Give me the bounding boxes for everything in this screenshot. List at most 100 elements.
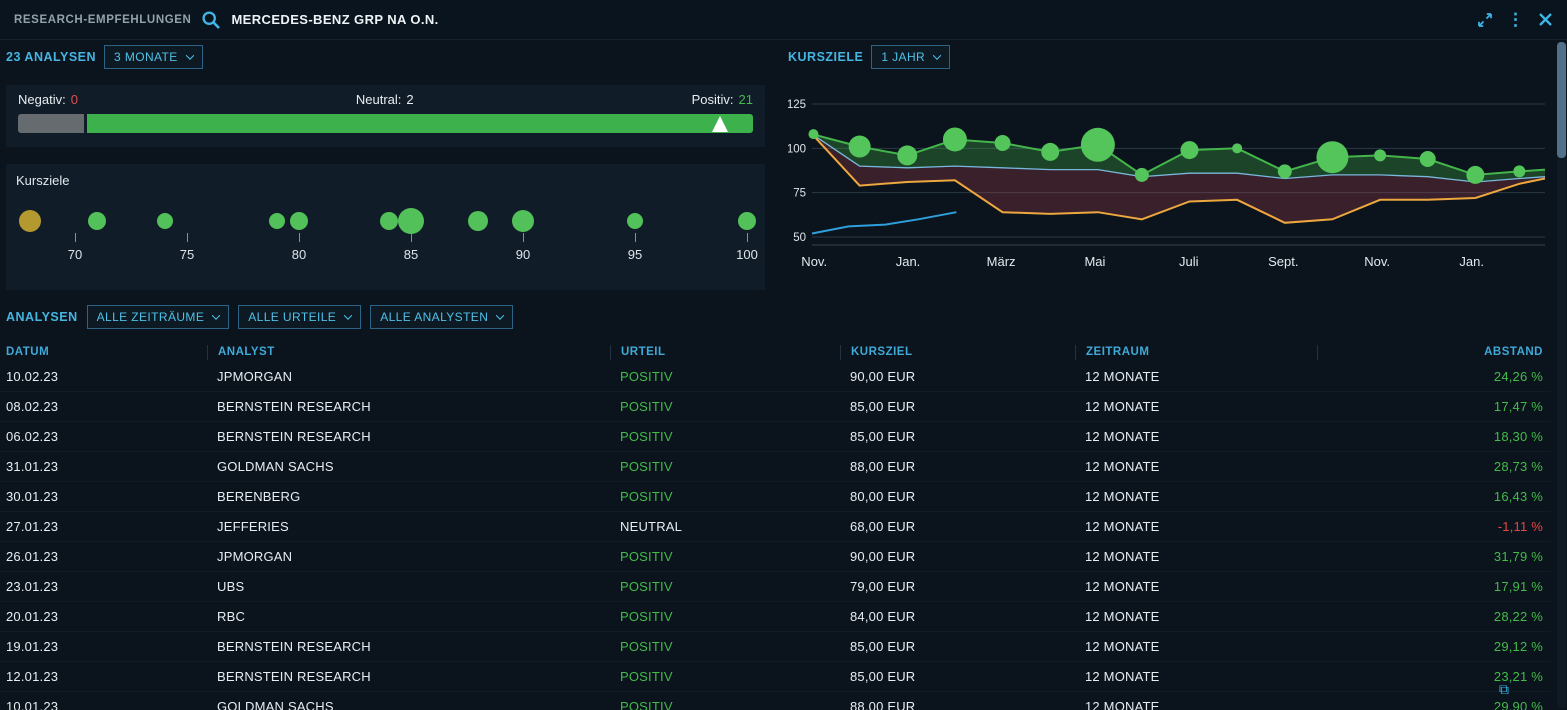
- positive-value: 21: [739, 92, 753, 107]
- cell-kursziel: 79,00 EUR: [840, 579, 1075, 594]
- axis-tick: [747, 233, 748, 242]
- cell-abstand: 23,21 %: [1317, 669, 1551, 684]
- cell-urteil: POSITIV: [610, 429, 840, 444]
- cell-datum: 23.01.23: [0, 579, 207, 594]
- chevron-down-icon: [496, 311, 504, 319]
- axis-tick-label: 90: [516, 247, 530, 262]
- table-row[interactable]: 12.01.23BERNSTEIN RESEARCHPOSITIV85,00 E…: [0, 662, 1551, 692]
- cell-kursziel: 90,00 EUR: [840, 369, 1075, 384]
- analyst-filter-value: ALLE ANALYSTEN: [380, 310, 488, 324]
- table-row[interactable]: 20.01.23RBCPOSITIV84,00 EUR12 MONATE28,2…: [0, 602, 1551, 632]
- cell-kursziel: 88,00 EUR: [840, 459, 1075, 474]
- close-icon[interactable]: [1538, 12, 1553, 27]
- cell-analyst: GOLDMAN SACHS: [207, 459, 610, 474]
- cell-zeitraum: 12 MONATE: [1075, 369, 1317, 384]
- col-header-analyst[interactable]: ANALYST: [207, 345, 610, 360]
- kursziel-dot: [468, 211, 488, 231]
- cell-zeitraum: 12 MONATE: [1075, 459, 1317, 474]
- expand-icon[interactable]: [1477, 12, 1493, 28]
- neutral-value: 2: [406, 92, 413, 107]
- cell-kursziel: 85,00 EUR: [840, 399, 1075, 414]
- table-row[interactable]: 10.02.23JPMORGANPOSITIV90,00 EUR12 MONAT…: [0, 362, 1551, 392]
- kurs-line: [812, 212, 956, 233]
- sentiment-panel: Negativ: 0 Neutral: 2 Positiv: 21: [6, 85, 765, 147]
- table-row[interactable]: 08.02.23BERNSTEIN RESEARCHPOSITIV85,00 E…: [0, 392, 1551, 422]
- cell-analyst: BERNSTEIN RESEARCH: [207, 429, 610, 444]
- cell-zeitraum: 12 MONATE: [1075, 639, 1317, 654]
- kursziel-dot: [398, 208, 424, 234]
- link-window-icon[interactable]: ⧉: [1499, 681, 1509, 698]
- kursziele-chart-x-axis: Nov.Jan.MärzMaiJuliSept.Nov.Jan.: [788, 254, 1547, 272]
- cell-urteil: POSITIV: [610, 489, 840, 504]
- cell-kursziel: 84,00 EUR: [840, 609, 1075, 624]
- kursziel-bubble: [1135, 168, 1149, 182]
- search-icon[interactable]: [201, 10, 221, 30]
- cell-analyst: RBC: [207, 609, 610, 624]
- cell-datum: 06.02.23: [0, 429, 207, 444]
- table-header: DATUM ANALYST URTEIL KURSZIEL ZEITRAUM A…: [0, 343, 1551, 362]
- urteil-filter-select[interactable]: ALLE URTEILE: [238, 305, 361, 329]
- neutral-count: Neutral: 2: [356, 92, 414, 107]
- cell-abstand: 18,30 %: [1317, 429, 1551, 444]
- cell-datum: 08.02.23: [0, 399, 207, 414]
- axis-tick-label: 75: [180, 247, 194, 262]
- kebab-menu-icon[interactable]: ⋮: [1503, 11, 1528, 28]
- sentiment-bar-marker: [712, 116, 728, 132]
- x-axis-label: Nov.: [801, 254, 827, 269]
- table-row[interactable]: 27.01.23JEFFERIESNEUTRAL68,00 EUR12 MONA…: [0, 512, 1551, 542]
- positive-label: Positiv:: [692, 92, 734, 107]
- kursziel-dot: [290, 212, 308, 230]
- table-row[interactable]: 26.01.23JPMORGANPOSITIV90,00 EUR12 MONAT…: [0, 542, 1551, 572]
- kursziele-chart[interactable]: 1251007550: [788, 96, 1547, 256]
- kursziele-dotplot[interactable]: 707580859095100: [6, 164, 765, 290]
- analyses-period-select[interactable]: 3 MONATE: [104, 45, 203, 69]
- kursziel-bubble: [1232, 143, 1242, 153]
- cell-abstand: 24,26 %: [1317, 369, 1551, 384]
- cell-analyst: JPMORGAN: [207, 549, 610, 564]
- cell-urteil: POSITIV: [610, 399, 840, 414]
- target-chart-period-select[interactable]: 1 JAHR: [871, 45, 950, 69]
- cell-analyst: JPMORGAN: [207, 369, 610, 384]
- zeitraum-filter-select[interactable]: ALLE ZEITRÄUME: [87, 305, 230, 329]
- sentiment-labels: Negativ: 0 Neutral: 2 Positiv: 21: [18, 92, 753, 107]
- cell-datum: 30.01.23: [0, 489, 207, 504]
- axis-tick-label: 95: [628, 247, 642, 262]
- col-header-kursziel[interactable]: KURSZIEL: [840, 345, 1075, 360]
- cell-kursziel: 68,00 EUR: [840, 519, 1075, 534]
- col-header-urteil[interactable]: URTEIL: [610, 345, 840, 360]
- table-row[interactable]: 10.01.23GOLDMAN SACHSPOSITIV88,00 EUR12 …: [0, 692, 1551, 710]
- scrollbar-thumb[interactable]: [1557, 42, 1566, 158]
- axis-tick: [187, 233, 188, 242]
- kursziel-bubble: [1316, 141, 1348, 173]
- instrument-title: MERCEDES-BENZ GRP NA O.N.: [231, 12, 438, 27]
- kursziel-bubble: [897, 145, 917, 165]
- cell-kursziel: 85,00 EUR: [840, 669, 1075, 684]
- analyst-filter-select[interactable]: ALLE ANALYSTEN: [370, 305, 513, 329]
- cell-abstand: 28,22 %: [1317, 609, 1551, 624]
- col-header-datum[interactable]: DATUM: [0, 345, 207, 360]
- chevron-down-icon: [212, 311, 220, 319]
- negative-value: 0: [71, 92, 78, 107]
- table-row[interactable]: 19.01.23BERNSTEIN RESEARCHPOSITIV85,00 E…: [0, 632, 1551, 662]
- table-row[interactable]: 30.01.23BERENBERGPOSITIV80,00 EUR12 MONA…: [0, 482, 1551, 512]
- cell-analyst: BERENBERG: [207, 489, 610, 504]
- chevron-down-icon: [933, 51, 941, 59]
- table-row[interactable]: 23.01.23UBSPOSITIV79,00 EUR12 MONATE17,9…: [0, 572, 1551, 602]
- kursziele-dotplot-panel: Kursziele 707580859095100: [6, 164, 765, 290]
- cell-zeitraum: 12 MONATE: [1075, 669, 1317, 684]
- cell-abstand: 17,47 %: [1317, 399, 1551, 414]
- kursziel-dot: [19, 210, 41, 232]
- cell-zeitraum: 12 MONATE: [1075, 579, 1317, 594]
- kursziel-dot: [380, 212, 398, 230]
- kursziel-dot: [627, 213, 643, 229]
- table-row[interactable]: 06.02.23BERNSTEIN RESEARCHPOSITIV85,00 E…: [0, 422, 1551, 452]
- cell-urteil: POSITIV: [610, 579, 840, 594]
- table-row[interactable]: 31.01.23GOLDMAN SACHSPOSITIV88,00 EUR12 …: [0, 452, 1551, 482]
- cell-abstand: 31,79 %: [1317, 549, 1551, 564]
- cell-datum: 10.02.23: [0, 369, 207, 384]
- urteil-filter-value: ALLE URTEILE: [248, 310, 336, 324]
- cell-analyst: BERNSTEIN RESEARCH: [207, 669, 610, 684]
- cell-datum: 26.01.23: [0, 549, 207, 564]
- col-header-abstand[interactable]: ABSTAND: [1317, 345, 1551, 360]
- col-header-zeitraum[interactable]: ZEITRAUM: [1075, 345, 1317, 360]
